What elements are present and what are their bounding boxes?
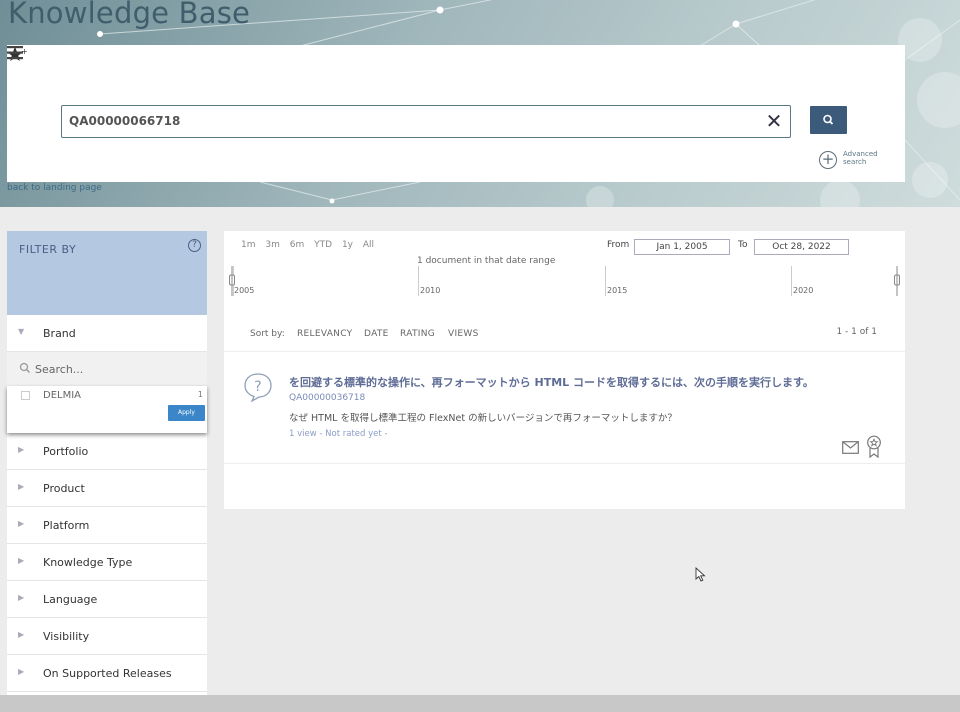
facet-label: Language [43, 593, 98, 606]
facet-brand[interactable]: ▼ Brand [7, 315, 207, 352]
facet-label: Brand [43, 327, 76, 340]
facet-platform[interactable]: ▶ Platform [7, 507, 207, 544]
facet-label: On Supported Releases [43, 667, 172, 680]
divider [224, 463, 905, 464]
facet-label: Product [43, 482, 85, 495]
facet-label: Visibility [43, 630, 90, 643]
sort-date[interactable]: DATE [364, 329, 389, 339]
range-note: 1 document in that date range [417, 256, 556, 266]
range-buttons: 1m 3m 6m YTD 1y All [241, 240, 381, 250]
back-to-landing-link[interactable]: back to landing page [7, 183, 102, 193]
range-all[interactable]: All [363, 240, 374, 250]
filter-sidebar: FILTER BY ? ▼ Brand DELMIA 1 Apply ▶ Por… [7, 231, 207, 695]
sort-rating[interactable]: RATING [400, 329, 435, 339]
chevron-right-icon: ▶ [18, 556, 25, 565]
bottom-bar [0, 695, 960, 712]
page-title: Knowledge Base [8, 0, 251, 30]
mouse-cursor-icon [695, 567, 706, 582]
to-date-input[interactable]: Oct 28, 2022 [754, 239, 849, 255]
range-ytd[interactable]: YTD [314, 240, 332, 250]
list-menu-icon[interactable] [7, 45, 25, 61]
range-6m[interactable]: 6m [290, 240, 305, 250]
timeline-tick [418, 266, 419, 296]
question-bubble-icon: ? [244, 373, 272, 402]
search-card: QA00000066718 ✕ + + Advanced search [7, 45, 905, 182]
range-1y[interactable]: 1y [342, 240, 353, 250]
chevron-right-icon: ▶ [18, 482, 25, 491]
facet-label: Portfolio [43, 445, 89, 458]
sort-label: Sort by: [250, 329, 285, 339]
search-button[interactable] [810, 106, 847, 134]
svg-text:?: ? [254, 379, 261, 395]
timeline-year: 2020 [793, 286, 814, 295]
facet-visibility[interactable]: ▶ Visibility [7, 618, 207, 655]
to-label: To [738, 240, 748, 250]
brand-search [7, 352, 207, 386]
timeline-end-handle[interactable] [894, 266, 900, 296]
plus-circle-icon: + [819, 151, 837, 169]
filter-header: FILTER BY ? [7, 231, 207, 315]
apply-button[interactable]: Apply [168, 405, 205, 421]
result-title-link[interactable]: を回避する標準的な操作に、再フォーマットから HTML コードを取得するには、次… [289, 374, 814, 390]
timeline-tick [791, 266, 792, 296]
award-ribbon-icon[interactable] [866, 435, 882, 459]
range-1m[interactable]: 1m [241, 240, 256, 250]
result-description: なぜ HTML を取得し標準工程の FlexNet の新しいバージョンで再フォー… [289, 413, 677, 424]
search-icon [19, 362, 31, 374]
brand-search-input[interactable] [35, 360, 195, 378]
timeline-start-handle[interactable] [229, 266, 235, 296]
result-meta: 1 view - Not rated yet - [289, 429, 388, 439]
brand-options: DELMIA 1 Apply [7, 386, 207, 433]
timeline-year: 2015 [607, 286, 628, 295]
sort-views[interactable]: VIEWS [448, 329, 479, 339]
results-panel: 1m 3m 6m YTD 1y All From Jan 1, 2005 To … [224, 231, 905, 509]
facet-label: Knowledge Type [43, 556, 133, 569]
facet-label: Platform [43, 519, 90, 532]
email-icon[interactable] [842, 441, 859, 454]
result-id: QA00000036718 [289, 393, 366, 403]
result-count: 1 - 1 of 1 [836, 327, 877, 337]
clear-search-icon[interactable]: ✕ [763, 109, 785, 133]
timeline-year: 2010 [420, 286, 441, 295]
from-date-input[interactable]: Jan 1, 2005 [634, 239, 730, 255]
filter-title: FILTER BY [19, 243, 77, 256]
range-3m[interactable]: 3m [265, 240, 280, 250]
brand-option-count: 1 [197, 390, 203, 399]
advanced-search-label: Advanced [843, 150, 878, 158]
sort-relevancy[interactable]: RELEVANCY [297, 329, 352, 339]
facet-product[interactable]: ▶ Product [7, 470, 207, 507]
advanced-search-button[interactable]: + Advanced search [819, 148, 889, 172]
chevron-right-icon: ▶ [18, 593, 25, 602]
chevron-right-icon: ▶ [18, 519, 25, 528]
help-icon[interactable]: ? [188, 239, 201, 252]
timeline-tick [605, 266, 606, 296]
search-icon [823, 114, 834, 125]
divider [224, 351, 905, 352]
delmia-checkbox[interactable] [21, 391, 30, 400]
facet-language[interactable]: ▶ Language [7, 581, 207, 618]
search-input[interactable]: QA00000066718 ✕ [61, 105, 791, 138]
chevron-right-icon: ▶ [18, 630, 25, 639]
chevron-down-icon: ▼ [18, 327, 25, 336]
facet-supported-releases[interactable]: ▶ On Supported Releases [7, 655, 207, 692]
from-label: From [607, 240, 630, 250]
brand-option-label: DELMIA [43, 390, 82, 401]
advanced-search-label-2: search [843, 158, 867, 166]
header-banner: Knowledge Base QA00000066718 ✕ + + Advan… [0, 0, 960, 207]
search-input-value: QA00000066718 [69, 114, 181, 128]
facet-knowledge-type[interactable]: ▶ Knowledge Type [7, 544, 207, 581]
timeline-year: 2005 [234, 286, 255, 295]
facet-portfolio[interactable]: ▶ Portfolio [7, 433, 207, 470]
chevron-right-icon: ▶ [18, 667, 25, 676]
chevron-right-icon: ▶ [18, 445, 25, 454]
